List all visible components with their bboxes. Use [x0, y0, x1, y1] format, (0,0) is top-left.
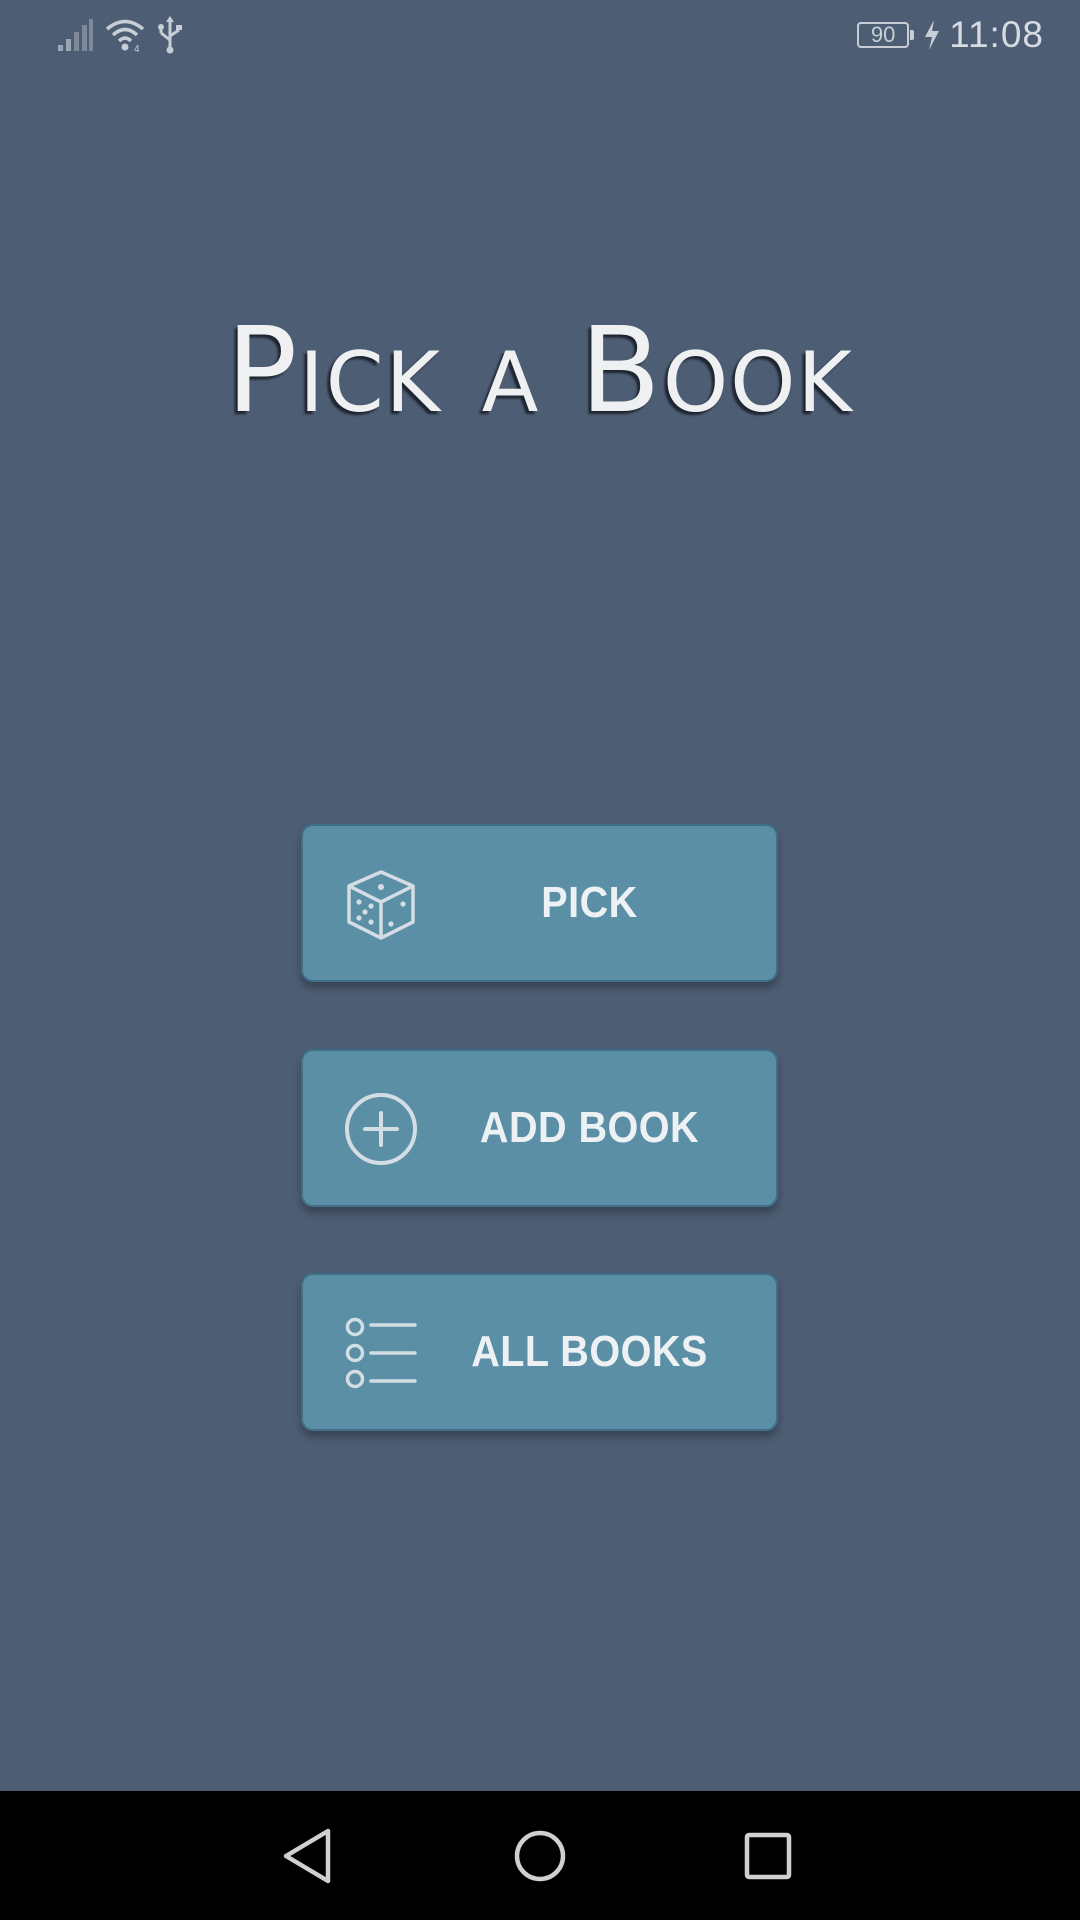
usb-icon	[158, 16, 182, 54]
wifi-icon: 4	[105, 19, 145, 53]
add-book-button[interactable]: ADD BOOK	[301, 1049, 778, 1207]
app-title: Pick a Book	[226, 301, 854, 439]
pick-button[interactable]: PICK	[301, 824, 778, 982]
status-right: 90 11:08	[857, 14, 1044, 56]
status-time: 11:08	[949, 14, 1044, 55]
dice-icon	[347, 870, 415, 940]
svg-text:4: 4	[134, 44, 140, 53]
plus-circle-icon	[345, 1093, 417, 1165]
battery-icon: 90	[857, 22, 915, 48]
all-books-button-label: ALL BOOKS	[471, 1327, 708, 1376]
battery-level: 90	[870, 22, 896, 47]
add-book-button-label: ADD BOOK	[479, 1103, 700, 1152]
charging-icon	[925, 20, 940, 50]
status-bar: 4 90 11:08	[0, 0, 1080, 74]
home-icon[interactable]	[503, 1819, 577, 1893]
back-icon[interactable]	[272, 1819, 346, 1893]
pick-button-label: PICK	[541, 878, 638, 927]
navigation-bar	[0, 1791, 1080, 1920]
status-left: 4	[56, 16, 184, 54]
list-icon	[345, 1317, 417, 1389]
signal-icon	[58, 19, 93, 51]
all-books-button[interactable]: ALL BOOKS	[301, 1273, 778, 1431]
recents-icon[interactable]	[731, 1819, 805, 1893]
